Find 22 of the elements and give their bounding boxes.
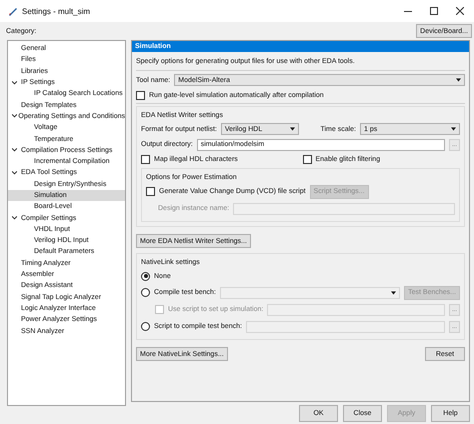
compile-script-field[interactable] — [246, 320, 445, 332]
dropdown-arrow-icon — [456, 78, 461, 82]
chevron-down-icon[interactable] — [12, 170, 17, 175]
checkbox[interactable] — [302, 155, 312, 164]
chevron-down-icon[interactable] — [12, 80, 17, 85]
script-path-field[interactable] — [267, 304, 445, 316]
design-instance-field[interactable] — [233, 202, 455, 214]
close-icon[interactable] — [456, 7, 464, 15]
checkbox[interactable] — [141, 155, 150, 164]
maximize-icon[interactable] — [430, 7, 438, 15]
checkbox[interactable] — [136, 90, 145, 100]
chevron-down-icon[interactable] — [12, 216, 17, 220]
dropdown-arrow-icon — [290, 127, 295, 131]
radio-button[interactable] — [141, 322, 150, 331]
dropdown-arrow-icon — [451, 127, 456, 131]
checkbox[interactable] — [146, 187, 155, 196]
window-title: Settings - mult_sim — [22, 6, 90, 16]
app-icon — [8, 6, 18, 16]
chevron-down-icon[interactable] — [12, 148, 17, 152]
radio-button[interactable] — [141, 272, 150, 280]
dropdown-arrow-icon — [391, 290, 396, 294]
chevron-down-icon[interactable] — [12, 114, 17, 118]
